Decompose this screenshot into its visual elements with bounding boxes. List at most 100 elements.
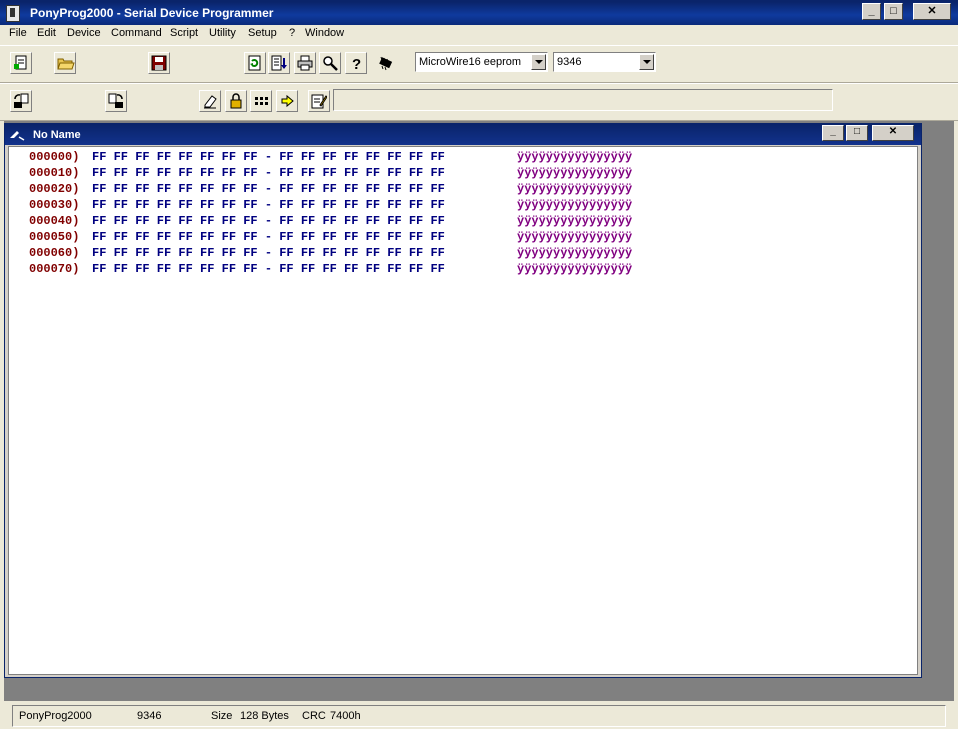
- menu-command[interactable]: Command: [111, 27, 162, 39]
- chip-icon: [379, 56, 393, 71]
- hex-row: 000000) FF FF FF FF FF FF FF FF - FF FF F…: [29, 150, 632, 166]
- svg-text:?: ?: [352, 56, 361, 71]
- document-window: No Name _ □ ✕ 000000) FF FF FF FF FF FF F…: [4, 123, 922, 678]
- title-bar: PonyProg2000 - Serial Device Programmer …: [0, 0, 958, 25]
- hex-row: 000020) FF FF FF FF FF FF FF FF - FF FF F…: [29, 182, 632, 198]
- app-icon[interactable]: [6, 5, 20, 22]
- hex-row-address: 000070): [29, 262, 80, 276]
- reload-icon: [248, 55, 261, 71]
- write-all-button[interactable]: [105, 90, 127, 112]
- hex-row-bytes[interactable]: FF FF FF FF FF FF FF FF - FF FF FF FF FF…: [92, 214, 445, 228]
- reload-button[interactable]: [244, 52, 266, 74]
- hex-row: 000060) FF FF FF FF FF FF FF FF - FF FF F…: [29, 246, 632, 262]
- hex-editor-view[interactable]: 000000) FF FF FF FF FF FF FF FF - FF FF F…: [8, 146, 918, 675]
- device-type-value: 9346: [557, 56, 582, 68]
- hex-row-ascii[interactable]: ÿÿÿÿÿÿÿÿÿÿÿÿÿÿÿÿ: [517, 166, 632, 180]
- menu-utility[interactable]: Utility: [209, 27, 236, 39]
- erase-button[interactable]: [199, 90, 221, 112]
- status-size-value: 128 Bytes: [240, 710, 289, 722]
- open-file-button[interactable]: [54, 52, 76, 74]
- hex-row-ascii[interactable]: ÿÿÿÿÿÿÿÿÿÿÿÿÿÿÿÿ: [517, 214, 632, 228]
- magnifier-icon: [323, 56, 338, 71]
- read-chip-icon: [14, 93, 29, 108]
- hex-row-bytes[interactable]: FF FF FF FF FF FF FF FF - FF FF FF FF FF…: [92, 182, 445, 196]
- status-crc-label: CRC: [302, 710, 326, 722]
- hex-row-bytes[interactable]: FF FF FF FF FF FF FF FF - FF FF FF FF FF…: [92, 150, 445, 164]
- read-arrow-icon: [271, 55, 287, 71]
- child-minimize-button[interactable]: _: [822, 125, 844, 141]
- right-arrow-icon: [281, 94, 294, 108]
- menu-file[interactable]: File: [9, 27, 27, 39]
- menu-device[interactable]: Device: [67, 27, 101, 39]
- setup-button[interactable]: [319, 52, 341, 74]
- menu-window[interactable]: Window: [305, 27, 344, 39]
- open-device-file-button[interactable]: [10, 52, 32, 74]
- hex-row-address: 000030): [29, 198, 80, 212]
- minimize-button[interactable]: _: [862, 3, 881, 20]
- lock-icon: [230, 93, 242, 109]
- save-button[interactable]: [148, 52, 170, 74]
- status-bar: PonyProg2000 9346 Size 128 Bytes CRC 740…: [0, 703, 958, 729]
- floppy-disk-icon: [151, 55, 167, 71]
- menu-edit[interactable]: Edit: [37, 27, 56, 39]
- hex-row-bytes[interactable]: FF FF FF FF FF FF FF FF - FF FF FF FF FF…: [92, 262, 445, 276]
- read-all-button[interactable]: [10, 90, 32, 112]
- menu-help[interactable]: ?: [289, 27, 295, 39]
- device-chip-button[interactable]: [374, 52, 396, 74]
- menu-setup[interactable]: Setup: [248, 27, 277, 39]
- child-maximize-button[interactable]: □: [846, 125, 868, 141]
- hex-row-bytes[interactable]: FF FF FF FF FF FF FF FF - FF FF FF FF FF…: [92, 246, 445, 260]
- status-crc-value: 7400h: [330, 710, 361, 722]
- document-title: No Name: [33, 129, 81, 141]
- maximize-button[interactable]: □: [884, 3, 903, 20]
- status-app-name: PonyProg2000: [19, 710, 92, 722]
- hex-row-bytes[interactable]: FF FF FF FF FF FF FF FF - FF FF FF FF FF…: [92, 198, 445, 212]
- hex-row-address: 000050): [29, 230, 80, 244]
- hex-row-bytes[interactable]: FF FF FF FF FF FF FF FF - FF FF FF FF FF…: [92, 166, 445, 180]
- hex-row-ascii[interactable]: ÿÿÿÿÿÿÿÿÿÿÿÿÿÿÿÿ: [517, 230, 632, 244]
- hex-row-ascii[interactable]: ÿÿÿÿÿÿÿÿÿÿÿÿÿÿÿÿ: [517, 150, 632, 164]
- help-button[interactable]: ?: [345, 52, 367, 74]
- print-button[interactable]: [294, 52, 316, 74]
- write-chip-icon: [108, 93, 123, 108]
- eraser-icon: [204, 95, 217, 109]
- hex-row: 000040) FF FF FF FF FF FF FF FF - FF FF F…: [29, 214, 632, 230]
- question-mark-icon: ?: [352, 56, 361, 71]
- child-close-button[interactable]: ✕: [872, 125, 914, 141]
- status-device: 9346: [137, 710, 162, 722]
- config-bits-button[interactable]: [250, 90, 272, 112]
- open-folder-icon: [57, 58, 75, 70]
- hex-row: 000070) FF FF FF FF FF FF FF FF - FF FF F…: [29, 262, 632, 278]
- window-title: PonyProg2000 - Serial Device Programmer: [30, 6, 274, 20]
- hex-row: 000030) FF FF FF FF FF FF FF FF - FF FF F…: [29, 198, 632, 214]
- hex-row: 000050) FF FF FF FF FF FF FF FF - FF FF F…: [29, 230, 632, 246]
- hex-row-ascii[interactable]: ÿÿÿÿÿÿÿÿÿÿÿÿÿÿÿÿ: [517, 182, 632, 196]
- dropdown-arrow-icon[interactable]: [531, 54, 546, 70]
- document-window-icon[interactable]: [9, 128, 25, 141]
- hex-row: 000010) FF FF FF FF FF FF FF FF - FF FF F…: [29, 166, 632, 182]
- bits-icon: [255, 97, 268, 105]
- device-type-select[interactable]: 9346: [553, 52, 656, 72]
- security-bits-button[interactable]: [225, 90, 247, 112]
- edit-note-button[interactable]: [308, 90, 330, 112]
- device-family-select[interactable]: MicroWire16 eeprom: [415, 52, 548, 72]
- hex-row-address: 000010): [29, 166, 80, 180]
- hex-row-ascii[interactable]: ÿÿÿÿÿÿÿÿÿÿÿÿÿÿÿÿ: [517, 198, 632, 212]
- hex-row-ascii[interactable]: ÿÿÿÿÿÿÿÿÿÿÿÿÿÿÿÿ: [517, 246, 632, 260]
- dropdown-arrow-icon[interactable]: [639, 54, 654, 70]
- document-title-bar: No Name _ □ ✕: [5, 124, 921, 145]
- read-device-button[interactable]: [268, 52, 290, 74]
- status-panel: PonyProg2000 9346 Size 128 Bytes CRC 740…: [12, 705, 946, 727]
- note-pencil-icon: [311, 94, 327, 109]
- close-button[interactable]: ✕: [913, 3, 951, 20]
- hex-row-ascii[interactable]: ÿÿÿÿÿÿÿÿÿÿÿÿÿÿÿÿ: [517, 262, 632, 276]
- note-textbox[interactable]: [333, 89, 833, 111]
- hex-row-address: 000040): [29, 214, 80, 228]
- hex-row-address: 000060): [29, 246, 80, 260]
- program-button[interactable]: [276, 90, 298, 112]
- menu-script[interactable]: Script: [170, 27, 198, 39]
- device-family-value: MicroWire16 eeprom: [419, 56, 522, 68]
- printer-icon: [297, 55, 313, 71]
- menu-bar: File Edit Device Command Script Utility …: [0, 25, 958, 44]
- hex-row-bytes[interactable]: FF FF FF FF FF FF FF FF - FF FF FF FF FF…: [92, 230, 445, 244]
